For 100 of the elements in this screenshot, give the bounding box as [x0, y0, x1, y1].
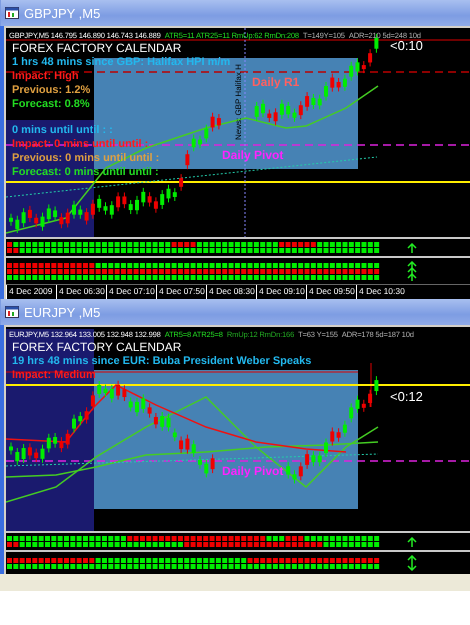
candle [22, 444, 26, 464]
candle [286, 462, 290, 480]
up-arrow-icon [407, 536, 417, 546]
candle [349, 61, 354, 82]
candle [362, 60, 366, 74]
level-label: Daily Pivot [222, 464, 284, 478]
candle [179, 174, 184, 192]
candle [72, 414, 76, 434]
window-title: EURJPY ,M5 [24, 304, 100, 320]
bar-timer: <0:10 [390, 38, 423, 53]
candle [185, 434, 190, 454]
candle [330, 73, 334, 92]
candle [198, 455, 202, 470]
chart-window-icon [5, 306, 19, 318]
candle [116, 380, 120, 400]
candle [97, 380, 102, 398]
candle [342, 420, 347, 438]
candle [342, 74, 347, 92]
calendar-line: Previous: 0 mins until until : [12, 151, 160, 165]
candle [204, 124, 208, 143]
candle [160, 412, 164, 432]
candle [286, 101, 290, 119]
calendar-title: FOREX FACTORY CALENDAR [12, 41, 182, 55]
level-label: Daily R1 [252, 75, 300, 89]
candle [90, 199, 95, 220]
candle [318, 451, 322, 467]
candle [274, 108, 278, 126]
candle [66, 208, 70, 228]
candle [179, 436, 184, 454]
candle [311, 93, 316, 110]
candle [59, 436, 64, 453]
calendar-line: Previous: 1.2% [12, 83, 90, 97]
candle [116, 192, 120, 212]
calendar-line: 19 hrs 48 mins since EUR: Buba President Weber Speaks [12, 354, 312, 368]
candle [336, 77, 341, 92]
candle [66, 429, 70, 449]
candle [9, 213, 13, 226]
candle [104, 384, 108, 398]
candle [46, 204, 51, 224]
candle [154, 412, 158, 429]
candle [128, 200, 133, 215]
up-arrow-icon [407, 242, 417, 252]
candle [90, 390, 95, 411]
candle [166, 413, 170, 432]
candle [128, 397, 133, 412]
window-title: GBPJPY ,M5 [24, 6, 100, 20]
candle [185, 150, 190, 170]
candle [84, 406, 89, 424]
up-arrow-icon [407, 261, 417, 281]
candle [22, 208, 26, 228]
candle [148, 192, 152, 208]
chart-window-icon [5, 7, 19, 19]
candle [305, 92, 310, 112]
candle [78, 412, 82, 426]
candle [311, 450, 316, 467]
candle [267, 109, 272, 122]
candle [28, 442, 32, 460]
candle [141, 394, 146, 414]
candle [40, 212, 44, 232]
cursor-line [370, 362, 372, 408]
candle [349, 402, 354, 423]
candle [298, 462, 303, 481]
candle [78, 205, 82, 220]
candle [166, 184, 170, 203]
candle [154, 196, 158, 214]
candle [324, 82, 328, 102]
candle [141, 187, 146, 207]
candle [135, 195, 139, 215]
bar-timer: <0:12 [390, 389, 423, 404]
level-label: Daily Pivot [222, 148, 284, 162]
candle [204, 459, 208, 478]
candle [172, 428, 177, 442]
candle [110, 200, 114, 220]
candle [9, 442, 13, 455]
candle [122, 192, 126, 209]
candle [261, 99, 265, 118]
candle [15, 215, 20, 234]
candle [122, 384, 126, 402]
candle [110, 384, 114, 403]
candle [53, 432, 58, 448]
candle [135, 397, 139, 417]
candle [40, 444, 44, 464]
candle [292, 108, 296, 122]
calendar-line: Forecast: 0.8% [12, 97, 90, 111]
candle [210, 112, 215, 132]
candle [336, 428, 341, 442]
candle [34, 213, 38, 228]
candle [160, 190, 164, 210]
candle [324, 438, 328, 458]
calendar-title: FOREX FACTORY CALENDAR [12, 340, 182, 354]
calendar-line: Impact: High [12, 69, 79, 83]
candle [374, 376, 378, 396]
candle [292, 470, 296, 484]
candle [172, 188, 177, 202]
candle [198, 135, 202, 149]
candle [148, 402, 152, 418]
candle [28, 205, 32, 222]
candle [368, 389, 372, 408]
candle [305, 450, 310, 470]
news-marker-label: News: GBP Halifax H [234, 64, 243, 140]
